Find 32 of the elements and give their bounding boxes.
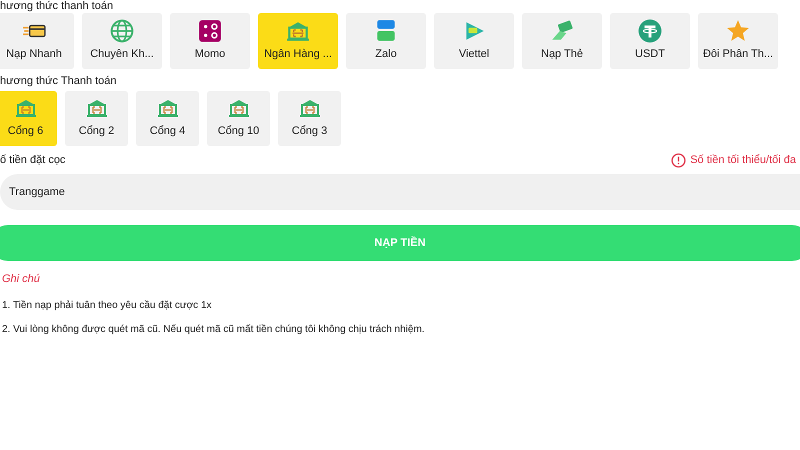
notes-title: Ghi chú [2, 272, 41, 287]
note-text: 1. Tiền nạp phải tuân theo yêu cầu đặt cược 1x [2, 298, 213, 312]
amount-field[interactable]: Tranggame [0, 174, 800, 210]
warning-icon [671, 152, 686, 168]
bank-icon [298, 97, 320, 120]
bank-icon [156, 97, 178, 120]
payment-method-tab[interactable]: Nạp Nhanh [0, 13, 74, 69]
payment-method-tab[interactable]: Đôi Phân Th... [698, 13, 778, 69]
payment-method-tab[interactable]: Zalo [346, 13, 426, 69]
payment-method-tab[interactable]: Viettel [434, 13, 514, 69]
note-text: 2. Vui lòng không được quét mã cũ. Nếu quét mã cũ mất tiền chúng tôi không chịu trách nhiệm. [2, 322, 426, 336]
gateway-tab[interactable]: Cổng 10 [207, 91, 270, 146]
payment-method-tab[interactable]: Ngân Hàng ... [258, 13, 338, 69]
gateway-tab[interactable]: Cổng 4 [136, 91, 199, 146]
bank-icon [86, 97, 108, 120]
field-label: ố tiền đặt cọc [0, 152, 66, 168]
bank-icon [14, 97, 36, 120]
payment-method-tab[interactable]: Nạp Thẻ [522, 13, 602, 69]
wallet-logo-icon [198, 19, 222, 44]
amount-hint: Số tiền tối thiểu/tối đa [690, 152, 796, 168]
payment-method-tab[interactable]: USDT [610, 13, 690, 69]
payment-method-tab[interactable]: Momo [170, 13, 250, 69]
gateway-tab[interactable]: Cổng 3 [278, 91, 341, 146]
gateway-tab[interactable]: Cổng 2 [65, 91, 128, 146]
globe-icon [110, 19, 134, 44]
gateway-tab[interactable]: Cổng 6 [0, 91, 57, 146]
section-label: hương thức thanh toán [0, 0, 114, 12]
coin-icon [638, 19, 662, 44]
section-label: hương thức Thanh toán [0, 74, 118, 87]
payment-method-tab[interactable]: Chuyên Kh... [82, 13, 162, 69]
star-icon [726, 19, 750, 44]
bank-icon [228, 97, 250, 120]
